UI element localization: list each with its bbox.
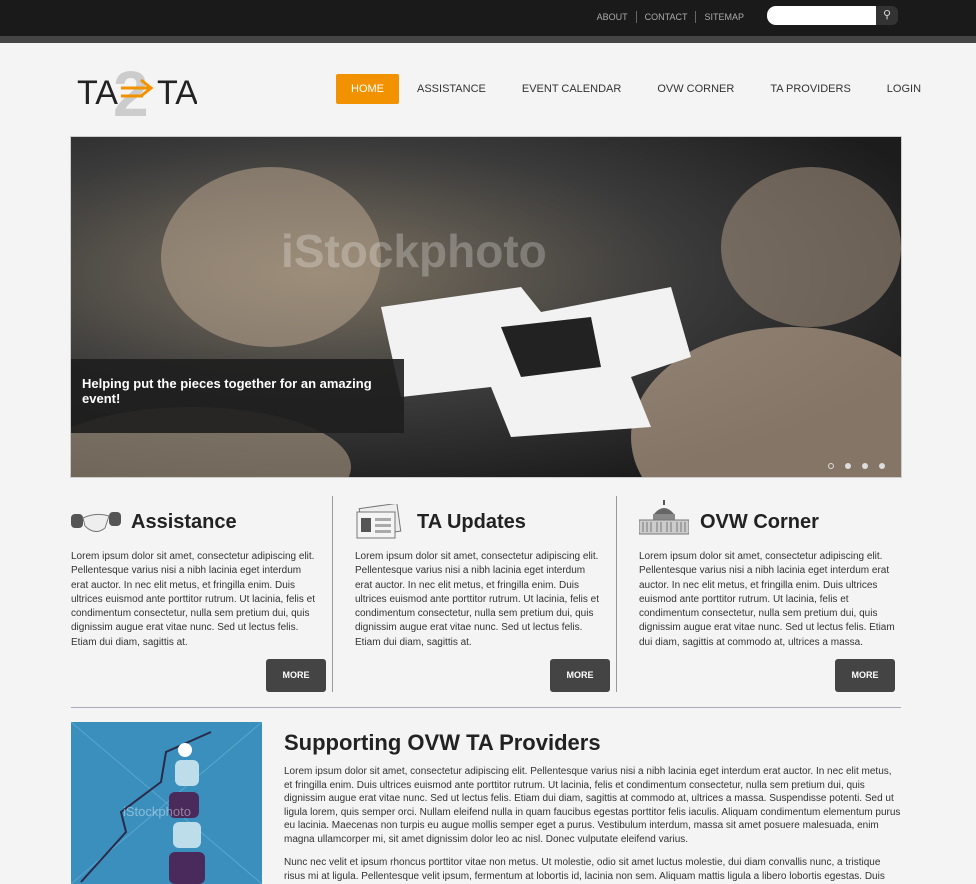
section-title: Supporting OVW TA Providers (284, 730, 601, 755)
newspaper-icon (356, 504, 402, 539)
assistance-column: Assistance Lorem ipsum dolor sit amet, c… (71, 496, 332, 692)
utility-links: ABOUT CONTACT SITEMAP (589, 11, 752, 23)
svg-text:2: 2 (113, 58, 149, 122)
handshake-icon (71, 512, 121, 532)
section-paragraph: Lorem ipsum dolor sit amet, consectetur … (284, 766, 901, 845)
hero-caption: Helping put the pieces together for an a… (71, 359, 404, 433)
section-paragraph: Nunc nec velit et ipsum rhoncus porttito… (284, 857, 885, 882)
search-input[interactable] (767, 6, 877, 25)
nav-ta-providers[interactable]: TA PROVIDERS (752, 74, 868, 104)
link-about[interactable]: ABOUT (589, 11, 636, 23)
column-title: OVW Corner (700, 511, 819, 533)
nav-event-calendar[interactable]: EVENT CALENDAR (504, 74, 639, 104)
svg-text:iStockphoto: iStockphoto (123, 804, 191, 819)
link-contact[interactable]: CONTACT (635, 11, 696, 23)
column-divider (616, 496, 617, 692)
slide-dot-3[interactable] (862, 463, 868, 469)
ta-updates-column: TA Updates Lorem ipsum dolor sit amet, c… (355, 496, 616, 692)
more-button[interactable]: MORE (835, 659, 895, 692)
more-button[interactable]: MORE (266, 659, 326, 692)
svg-text:TA: TA (157, 74, 197, 112)
capitol-icon (639, 500, 689, 535)
teamwork-illustration-icon: iStockphoto (71, 722, 262, 884)
column-divider (332, 496, 333, 692)
header-strip (0, 36, 976, 43)
ovw-corner-column: OVW Corner Lorem ipsum dolor sit amet, c… (639, 496, 902, 692)
ta2ta-logo-icon: 2 TA TA (77, 58, 198, 130)
svg-text:TA: TA (77, 74, 118, 112)
search-button[interactable]: ⚲ (876, 6, 898, 25)
nav-ovw-corner[interactable]: OVW CORNER (639, 74, 752, 104)
column-title: TA Updates (417, 511, 526, 533)
slide-dot-1[interactable] (828, 463, 834, 469)
slide-dot-2[interactable] (845, 463, 851, 469)
column-text: Lorem ipsum dolor sit amet, consectetur … (639, 551, 895, 648)
more-button[interactable]: MORE (550, 659, 610, 692)
nav-home[interactable]: HOME (336, 74, 399, 104)
slide-dot-4[interactable] (879, 463, 885, 469)
column-title: Assistance (131, 511, 237, 533)
slider-dots (828, 463, 885, 469)
top-bar: ABOUT CONTACT SITEMAP ⚲ (0, 0, 976, 36)
nav-assistance[interactable]: ASSISTANCE (399, 74, 504, 104)
column-text: Lorem ipsum dolor sit amet, consectetur … (71, 551, 315, 648)
logo[interactable]: 2 TA TA (77, 58, 198, 130)
nav-login[interactable]: LOGIN (869, 74, 939, 104)
providers-image: iStockphoto (71, 722, 262, 884)
link-sitemap[interactable]: SITEMAP (695, 11, 752, 23)
watermark: iStockphoto (281, 225, 547, 277)
search-box: ⚲ (767, 6, 898, 25)
column-text: Lorem ipsum dolor sit amet, consectetur … (355, 551, 599, 648)
section-divider (71, 707, 901, 708)
search-icon: ⚲ (882, 9, 892, 21)
main-nav: HOME ASSISTANCE EVENT CALENDAR OVW CORNE… (336, 74, 939, 104)
hero-slider[interactable]: iStockphoto Helping put the pieces toget… (70, 136, 902, 478)
